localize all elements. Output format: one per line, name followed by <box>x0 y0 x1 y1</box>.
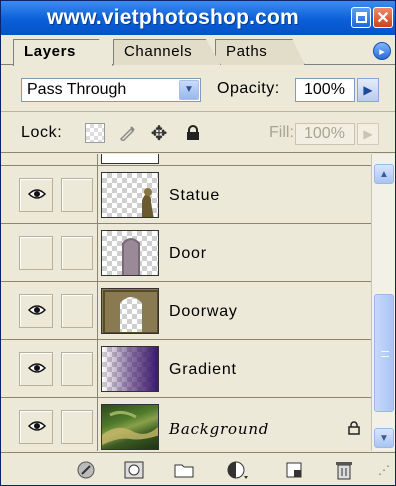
chevron-down-icon[interactable]: ▼ <box>179 80 199 100</box>
layers-scrollbar[interactable]: ▲ ▼ <box>371 154 395 451</box>
lock-label: Lock: <box>21 124 63 141</box>
layer-name: Doorway <box>169 303 238 320</box>
eye-icon <box>28 305 46 315</box>
resize-grip-icon[interactable]: ⋰ <box>373 459 395 481</box>
fill-label: Fill: <box>269 124 294 141</box>
grip-icon <box>381 351 389 357</box>
link-layers-icon[interactable] <box>75 459 97 481</box>
layer-row-doorway[interactable]: Doorway <box>1 283 371 340</box>
layer-row-gradient[interactable]: Gradient <box>1 341 371 398</box>
layer-name: Background <box>169 420 270 438</box>
layer-name: Door <box>169 245 207 262</box>
fill-input[interactable]: 100% <box>295 123 355 145</box>
lock-image-pixels-icon[interactable] <box>117 123 137 143</box>
link-toggle[interactable] <box>61 410 93 444</box>
visibility-toggle[interactable] <box>19 410 53 444</box>
link-toggle[interactable] <box>61 178 93 212</box>
layer-thumbnail <box>101 230 159 276</box>
layer-name: Statue <box>169 187 221 204</box>
eye-icon <box>28 363 46 373</box>
opacity-label: Opacity: <box>217 80 280 97</box>
close-icon: ✕ <box>376 9 390 27</box>
layer-thumbnail <box>101 172 159 218</box>
tab-layers[interactable]: Layers <box>13 39 113 66</box>
layer-row-background[interactable]: Background <box>1 399 371 451</box>
lock-row: Lock: ✥ Fill: 100% ▶ <box>1 113 395 153</box>
minimize-button[interactable] <box>351 7 371 28</box>
eye-icon <box>28 189 46 199</box>
lock-icon <box>347 421 361 435</box>
opacity-slider-button[interactable]: ▶ <box>357 78 379 102</box>
blend-options-row: Pass Through ▼ Opacity: 100% ▶ <box>1 66 395 112</box>
layer-name: Gradient <box>169 361 237 378</box>
lock-transparency-icon[interactable] <box>85 123 105 143</box>
new-adjustment-layer-icon[interactable] <box>227 459 249 481</box>
lock-position-icon[interactable]: ✥ <box>149 123 169 145</box>
tab-channels[interactable]: Channels <box>113 39 221 65</box>
opacity-input[interactable]: 100% <box>295 78 355 102</box>
visibility-toggle[interactable] <box>19 294 53 328</box>
link-toggle[interactable] <box>61 294 93 328</box>
blend-mode-select[interactable]: Pass Through ▼ <box>21 78 201 102</box>
blend-mode-value: Pass Through <box>27 81 127 98</box>
layers-footer-toolbar: ⋰ <box>1 452 395 485</box>
layers-panel: www.vietphotoshop.com ✕ Paths Channels L… <box>0 0 396 486</box>
scroll-down-icon[interactable]: ▼ <box>374 428 394 448</box>
delete-layer-icon[interactable] <box>333 459 355 481</box>
link-toggle[interactable] <box>61 236 93 270</box>
tab-paths[interactable]: Paths <box>215 39 305 65</box>
add-mask-icon[interactable] <box>123 459 145 481</box>
layer-row-door[interactable]: Door <box>1 225 371 282</box>
title-bar[interactable]: www.vietphotoshop.com ✕ <box>1 1 395 35</box>
layer-thumbnail <box>101 346 159 392</box>
scroll-thumb[interactable] <box>374 294 394 412</box>
window-title: www.vietphotoshop.com <box>47 6 299 29</box>
minimize-icon <box>355 12 367 23</box>
new-group-icon[interactable] <box>173 459 195 481</box>
visibility-toggle[interactable] <box>19 178 53 212</box>
fill-slider-button[interactable]: ▶ <box>357 123 379 145</box>
layers-list: Statue Door Doorway Gradient Background <box>1 154 371 451</box>
scroll-up-icon[interactable]: ▲ <box>374 164 394 184</box>
visibility-toggle[interactable] <box>19 236 53 270</box>
visibility-toggle[interactable] <box>19 352 53 386</box>
eye-icon <box>28 421 46 431</box>
panel-tabs: Paths Channels Layers ▸ <box>1 35 395 66</box>
panel-menu-icon[interactable]: ▸ <box>373 42 391 60</box>
layer-thumbnail <box>101 288 159 334</box>
layer-thumbnail-partial <box>101 154 159 164</box>
new-layer-icon[interactable] <box>283 459 305 481</box>
column-divider <box>97 154 98 451</box>
lock-all-icon[interactable] <box>183 123 203 143</box>
layer-thumbnail <box>101 404 159 450</box>
layer-row-partial[interactable] <box>1 154 371 166</box>
link-toggle[interactable] <box>61 352 93 386</box>
layer-row-statue[interactable]: Statue <box>1 167 371 224</box>
close-button[interactable]: ✕ <box>373 7 393 28</box>
